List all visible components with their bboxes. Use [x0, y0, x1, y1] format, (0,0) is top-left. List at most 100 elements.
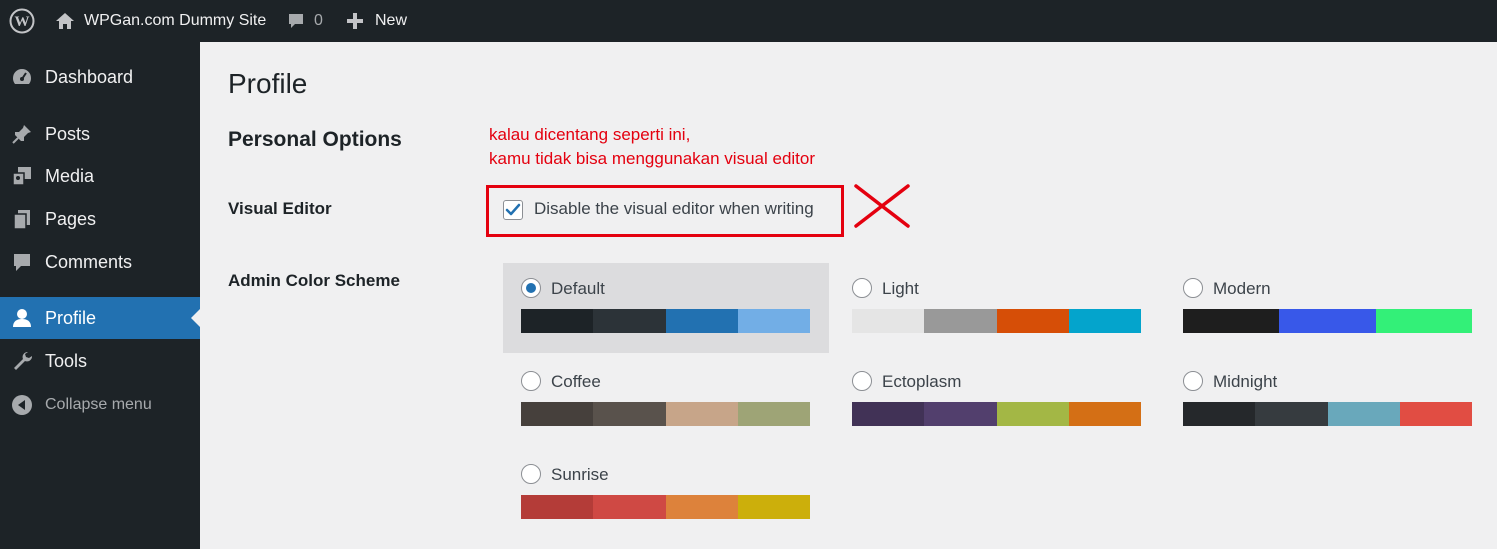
- color-scheme-sunrise[interactable]: Sunrise: [503, 449, 829, 539]
- section-title: Personal Options: [228, 128, 402, 151]
- disable-visual-editor-label[interactable]: Disable the visual editor when writing: [534, 199, 814, 219]
- color-swatch: [737, 495, 810, 519]
- color-swatch: [593, 309, 666, 333]
- wrench-icon: [10, 349, 34, 373]
- comment-bubble-icon[interactable]: [286, 0, 306, 42]
- sidebar-item-label: Posts: [45, 123, 91, 144]
- disable-visual-editor-checkbox[interactable]: [503, 200, 523, 220]
- site-name-link[interactable]: WPGan.com Dummy Site: [84, 0, 266, 42]
- sidebar-item-label: Media: [45, 165, 95, 186]
- color-swatch: [852, 402, 925, 426]
- color-swatch: [924, 402, 997, 426]
- sidebar-item-dashboard[interactable]: Dashboard: [0, 56, 200, 98]
- color-swatch: [665, 402, 738, 426]
- sidebar-item-comments[interactable]: Comments: [0, 241, 200, 283]
- sidebar-item-pages[interactable]: Pages: [0, 198, 200, 240]
- color-swatch: [665, 309, 738, 333]
- comment-icon: [10, 250, 34, 274]
- color-scheme-radio[interactable]: [521, 371, 541, 391]
- color-scheme-default[interactable]: Default: [503, 263, 829, 353]
- admin-bar: W WPGan.com Dummy Site 0 New: [0, 0, 1497, 42]
- color-swatch: [593, 402, 666, 426]
- color-swatch: [737, 309, 810, 333]
- color-swatch: [521, 495, 594, 519]
- dashboard-icon: [10, 65, 34, 89]
- comment-count[interactable]: 0: [314, 0, 323, 42]
- sidebar-item-label: Collapse menu: [45, 396, 152, 413]
- visual-editor-label: Visual Editor: [228, 199, 332, 218]
- color-swatch: [1399, 402, 1472, 426]
- color-scheme-coffee[interactable]: Coffee: [503, 356, 829, 446]
- annotation-note: kalau dicentang seperti ini, kamu tidak …: [489, 123, 815, 171]
- color-scheme-light[interactable]: Light: [834, 263, 1160, 353]
- color-swatch: [1068, 402, 1141, 426]
- svg-text:W: W: [15, 14, 30, 30]
- color-swatch: [996, 402, 1069, 426]
- sidebar-item-label: Tools: [45, 350, 88, 371]
- cross-mark-icon: [854, 184, 910, 228]
- color-swatch: [1183, 402, 1256, 426]
- color-scheme-radio[interactable]: [521, 278, 541, 298]
- color-swatch: [1327, 402, 1400, 426]
- pages-icon: [10, 207, 34, 231]
- sidebar-item-label: Profile: [45, 307, 97, 328]
- color-swatch: [521, 309, 594, 333]
- sidebar-item-profile[interactable]: Profile: [0, 297, 200, 339]
- home-icon[interactable]: [54, 0, 76, 42]
- color-scheme-radio[interactable]: [1183, 371, 1203, 391]
- color-swatch: [996, 309, 1069, 333]
- admin-color-scheme-label: Admin Color Scheme: [228, 271, 400, 290]
- color-swatch: [852, 309, 925, 333]
- color-scheme-modern[interactable]: Modern: [1165, 263, 1491, 353]
- sidebar-item-label: Pages: [45, 208, 97, 229]
- color-scheme-name: Coffee: [551, 372, 601, 391]
- collapse-arrow-icon: [10, 393, 34, 417]
- color-swatch-strip: [521, 495, 810, 519]
- color-scheme-name: Light: [882, 279, 919, 298]
- color-swatch-strip: [852, 402, 1141, 426]
- color-scheme-midnight[interactable]: Midnight: [1165, 356, 1491, 446]
- wordpress-logo-icon[interactable]: W: [8, 0, 36, 42]
- color-scheme-name: Modern: [1213, 279, 1271, 298]
- new-content-link[interactable]: New: [375, 0, 407, 42]
- color-scheme-radio[interactable]: [521, 464, 541, 484]
- color-scheme-radio[interactable]: [852, 371, 872, 391]
- annotation-line-1: kalau dicentang seperti ini,: [489, 125, 691, 144]
- collapse-menu-button[interactable]: Collapse menu: [0, 384, 200, 426]
- color-scheme-name: Ectoplasm: [882, 372, 962, 391]
- color-scheme-radio[interactable]: [1183, 278, 1203, 298]
- sidebar-item-tools[interactable]: Tools: [0, 340, 200, 382]
- color-swatch-strip: [1183, 309, 1472, 333]
- color-swatch: [593, 495, 666, 519]
- sidebar-item-posts[interactable]: Posts: [0, 113, 200, 155]
- color-swatch: [1068, 309, 1141, 333]
- page-title: Profile: [228, 68, 308, 99]
- color-scheme-name: Sunrise: [551, 465, 609, 484]
- sidebar-item-label: Comments: [45, 251, 133, 272]
- user-icon: [10, 306, 34, 330]
- color-scheme-ectoplasm[interactable]: Ectoplasm: [834, 356, 1160, 446]
- color-swatch: [737, 402, 810, 426]
- color-swatch: [665, 495, 738, 519]
- color-scheme-radio[interactable]: [852, 278, 872, 298]
- annotation-line-2: kamu tidak bisa menggunakan visual edito…: [489, 149, 816, 168]
- media-icon: [10, 164, 34, 188]
- plus-icon[interactable]: [346, 0, 364, 42]
- color-swatch-strip: [521, 309, 810, 333]
- color-swatch: [521, 402, 594, 426]
- color-swatch-strip: [852, 309, 1141, 333]
- admin-sidebar: Dashboard Posts Media Pages Comments Pro…: [0, 42, 200, 549]
- pin-icon: [10, 122, 34, 146]
- color-scheme-name: Midnight: [1213, 372, 1278, 391]
- main-content: Profile Personal Options kalau dicentang…: [200, 42, 1497, 549]
- color-swatch: [1279, 309, 1376, 333]
- color-swatch: [1183, 309, 1280, 333]
- color-swatch-strip: [521, 402, 810, 426]
- color-swatch-strip: [1183, 402, 1472, 426]
- sidebar-item-label: Dashboard: [45, 66, 134, 87]
- sidebar-item-media[interactable]: Media: [0, 155, 200, 197]
- color-swatch: [924, 309, 997, 333]
- checkmark-icon: [505, 203, 521, 216]
- color-scheme-name: Default: [551, 279, 605, 298]
- color-swatch: [1375, 309, 1472, 333]
